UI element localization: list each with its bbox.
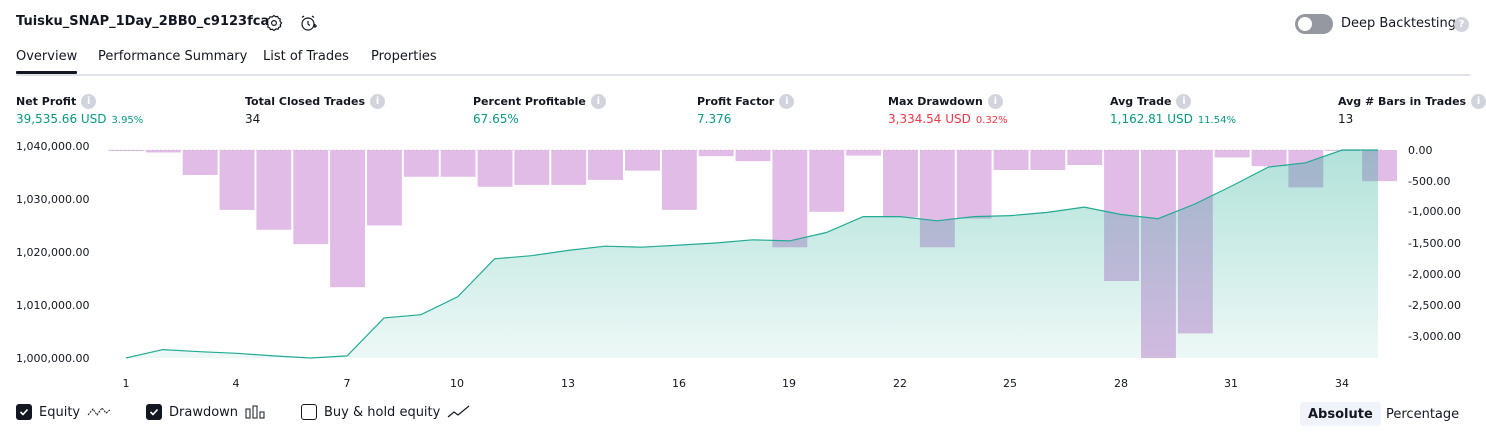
legend-equity[interactable]: Equity [16,404,111,420]
x-axis-tick: 7 [343,377,351,390]
drawdown-bar [367,150,402,226]
drawdown-bar [661,150,697,210]
drawdown-bars-icon [245,405,265,419]
drawdown-bar [1067,150,1103,165]
drawdown-bar [846,150,881,156]
x-axis-tick: 13 [561,377,575,390]
drawdown-bar [440,150,476,177]
drawdown-bar [551,150,587,185]
drawdown-bar [182,150,218,175]
x-axis-tick: 4 [232,377,240,390]
drawdown-bar [625,150,660,171]
drawdown-bar [514,150,550,185]
drawdown-bar [1251,150,1287,167]
legend-label: Equity [39,404,81,420]
drawdown-bar [330,150,365,288]
drawdown-bar [256,150,292,230]
equity-line-icon [87,407,111,416]
drawdown-bar [588,150,623,180]
legend-buy-hold-equity[interactable]: Buy & hold equity [301,404,471,420]
drawdown-bar [772,150,808,248]
drawdown-bar [109,150,144,151]
drawdown-bar [219,150,255,210]
drawdown-bar [1214,150,1250,158]
percentage-mode-button[interactable]: Percentage [1378,402,1467,426]
x-axis-tick: 31 [1224,377,1238,390]
drawdown-bar [1030,150,1066,170]
checkbox-unchecked-icon[interactable] [301,404,317,420]
drawdown-bar [403,150,439,177]
drawdown-bar [956,150,992,219]
drawdown-bar [735,150,771,162]
x-axis-tick: 10 [450,377,464,390]
drawdown-bar [477,150,513,187]
legend-label: Buy & hold equity [324,404,441,420]
drawdown-bar [698,150,734,157]
checkbox-checked-icon[interactable] [16,404,32,420]
equity-drawdown-chart [108,149,1397,359]
drawdown-bar [809,150,845,212]
x-axis-tick: 16 [672,377,686,390]
legend-label: Drawdown [169,404,239,420]
x-axis-tick: 1 [122,377,130,390]
drawdown-bar [145,150,181,153]
x-axis-tick: 28 [1114,377,1128,390]
x-axis-tick: 25 [1003,377,1017,390]
x-axis-tick: 34 [1335,377,1349,390]
legend-drawdown[interactable]: Drawdown [146,404,267,420]
drawdown-bar [883,150,918,218]
buy-hold-line-icon [447,405,470,418]
checkbox-checked-icon[interactable] [146,404,162,420]
x-axis-tick: 22 [893,377,907,390]
x-axis-tick: 19 [782,377,796,390]
drawdown-bar [993,150,1029,170]
absolute-mode-button[interactable]: Absolute [1300,402,1381,426]
drawdown-bar [293,150,329,245]
